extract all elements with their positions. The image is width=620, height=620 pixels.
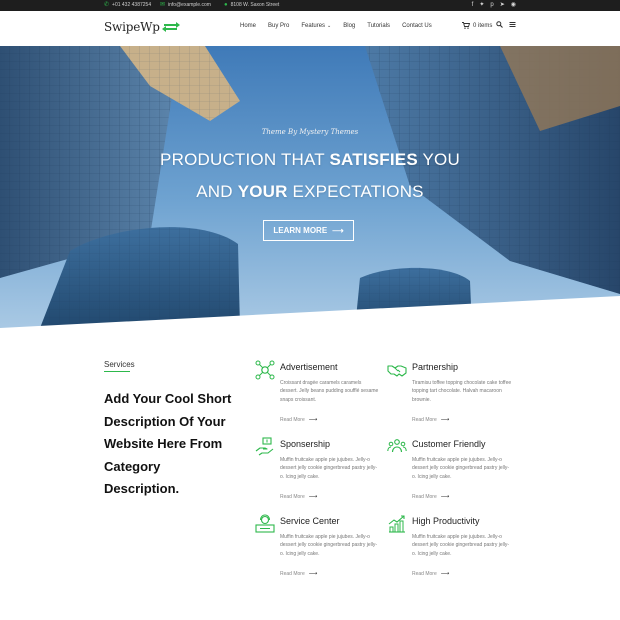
service-title: Service Center <box>280 516 340 526</box>
service-card-sponsership: Sponsership Muffin fruitcake apple pie j… <box>255 437 380 507</box>
service-text: Muffin fruitcake apple pie jujubes. Jell… <box>412 534 509 557</box>
menu-icon[interactable] <box>509 21 516 28</box>
service-text: Muffin fruitcake apple pie jujubes. Jell… <box>280 457 377 480</box>
service-card-advertisement: Advertisement Croissant dragée caramels … <box>255 360 380 430</box>
hero-line1-a: PRODUCTION THAT <box>160 150 330 169</box>
customers-icon <box>387 439 407 453</box>
service-card-partnership: Partnership Tiramisu toffee topping choc… <box>387 360 512 430</box>
read-more-link[interactable]: Read More ⟶ <box>412 416 450 424</box>
service-text: Tiramisu toffee topping chocolate cake t… <box>412 380 512 403</box>
swap-arrows-icon <box>161 22 180 32</box>
email-address: info@example.com <box>168 2 211 8</box>
hero-banner: Theme By Mystery Themes PRODUCTION THAT … <box>0 46 620 328</box>
arrow-right-icon: ⟶ <box>440 417 450 423</box>
service-card-customer-friendly: Customer Friendly Muffin fruitcake apple… <box>387 437 512 507</box>
service-text: Croissant dragée caramels caramels desse… <box>280 380 379 403</box>
chevron-down-icon: ⌄ <box>327 23 332 29</box>
hero-headline-line-1: PRODUCTION THAT SATISFIES YOU <box>0 150 620 170</box>
cart-link[interactable]: 0 items <box>462 22 492 29</box>
arrow-right-icon: ⟶ <box>440 494 450 500</box>
read-more-link[interactable]: Read More ⟶ <box>412 493 450 501</box>
learn-more-label: LEARN MORE <box>273 226 328 235</box>
phone-contact[interactable]: ✆ +01 432 4387254 <box>104 2 151 9</box>
address-contact: ● 8108 W. Saxon Street <box>224 2 279 9</box>
service-center-icon <box>255 514 275 533</box>
nav-features[interactable]: Features ⌄ <box>301 23 331 29</box>
nav-tutorials[interactable]: Tutorials <box>367 23 390 29</box>
service-title: Partnership <box>412 362 459 372</box>
learn-more-button[interactable]: LEARN MORE ⟶ <box>263 220 354 241</box>
nav-features-label: Features <box>301 23 326 29</box>
read-more-link[interactable]: Read More ⟶ <box>280 493 318 501</box>
social-links: f ✦ p ➤ ◉ <box>472 1 516 10</box>
advertisement-icon <box>255 360 275 380</box>
sponsorship-icon <box>255 437 274 456</box>
email-icon: ✉ <box>160 2 166 8</box>
hero-line2-bold: YOUR <box>237 182 288 201</box>
nav-buy-pro[interactable]: Buy Pro <box>268 23 289 29</box>
read-more-label: Read More <box>280 416 305 423</box>
service-text: Muffin fruitcake apple pie jujubes. Jell… <box>280 534 377 557</box>
site-logo[interactable]: SwipeWp <box>104 20 180 34</box>
read-more-label: Read More <box>412 493 437 500</box>
hero-line2-c: EXPECTATIONS <box>287 182 424 201</box>
logo-text: SwipeWp <box>104 20 160 34</box>
read-more-label: Read More <box>280 570 305 577</box>
service-title: Customer Friendly <box>412 439 486 449</box>
header-actions <box>496 21 516 28</box>
cart-count: 0 items <box>473 22 493 29</box>
service-text: Muffin fruitcake apple pie jujubes. Jell… <box>412 457 509 480</box>
handshake-icon <box>387 365 407 377</box>
read-more-link[interactable]: Read More ⟶ <box>412 570 450 578</box>
services-label: Services <box>104 360 135 369</box>
main-nav: Home Buy Pro Features ⌄ Blog Tutorials Co… <box>240 23 432 29</box>
phone-icon: ✆ <box>104 2 110 8</box>
location-pin-icon: ● <box>224 2 228 8</box>
pinterest-icon[interactable]: p <box>490 1 493 10</box>
service-card-service-center: Service Center Muffin fruitcake apple pi… <box>255 514 380 584</box>
arrow-right-icon: ⟶ <box>332 226 344 235</box>
service-title: Sponsership <box>280 439 331 449</box>
nav-contact[interactable]: Contact Us <box>402 23 432 29</box>
arrow-right-icon: ⟶ <box>308 494 318 500</box>
service-title: Advertisement <box>280 362 338 372</box>
service-title: High Productivity <box>412 516 480 526</box>
read-more-label: Read More <box>412 570 437 577</box>
hero-line1-bold: SATISFIES <box>329 150 418 169</box>
nav-home[interactable]: Home <box>240 23 256 29</box>
hero-headline-line-2: AND YOUR EXPECTATIONS <box>0 182 620 202</box>
search-icon[interactable] <box>496 21 503 28</box>
services-description: Add Your Cool Short Description Of Your … <box>104 391 232 496</box>
read-more-link[interactable]: Read More ⟶ <box>280 416 318 424</box>
top-bar: ✆ +01 432 4387254 ✉ info@example.com ● 8… <box>0 0 620 11</box>
arrow-right-icon: ⟶ <box>308 571 318 577</box>
telegram-icon[interactable]: ➤ <box>500 1 505 10</box>
instagram-icon[interactable]: ◉ <box>511 1 516 10</box>
facebook-icon[interactable]: f <box>472 1 474 10</box>
phone-number: +01 432 4387254 <box>112 2 152 8</box>
read-more-link[interactable]: Read More ⟶ <box>280 570 318 578</box>
read-more-label: Read More <box>280 493 305 500</box>
nav-blog[interactable]: Blog <box>343 23 355 29</box>
twitter-icon[interactable]: ✦ <box>479 1 484 10</box>
cart-icon <box>462 22 470 29</box>
arrow-right-icon: ⟶ <box>308 417 318 423</box>
services-underline <box>104 371 130 372</box>
growth-chart-icon <box>388 515 405 533</box>
service-card-high-productivity: High Productivity Muffin fruitcake apple… <box>387 514 512 584</box>
hero-line2-a: AND <box>196 182 238 201</box>
hero-subtitle: Theme By Mystery Themes <box>261 128 359 136</box>
site-header: SwipeWp Home Buy Pro Features ⌄ Blog Tuto… <box>0 11 620 46</box>
hero-line1-c: YOU <box>417 150 460 169</box>
read-more-label: Read More <box>412 416 437 423</box>
email-contact[interactable]: ✉ info@example.com <box>160 2 211 9</box>
street-address: 8108 W. Saxon Street <box>230 2 280 8</box>
arrow-right-icon: ⟶ <box>440 571 450 577</box>
